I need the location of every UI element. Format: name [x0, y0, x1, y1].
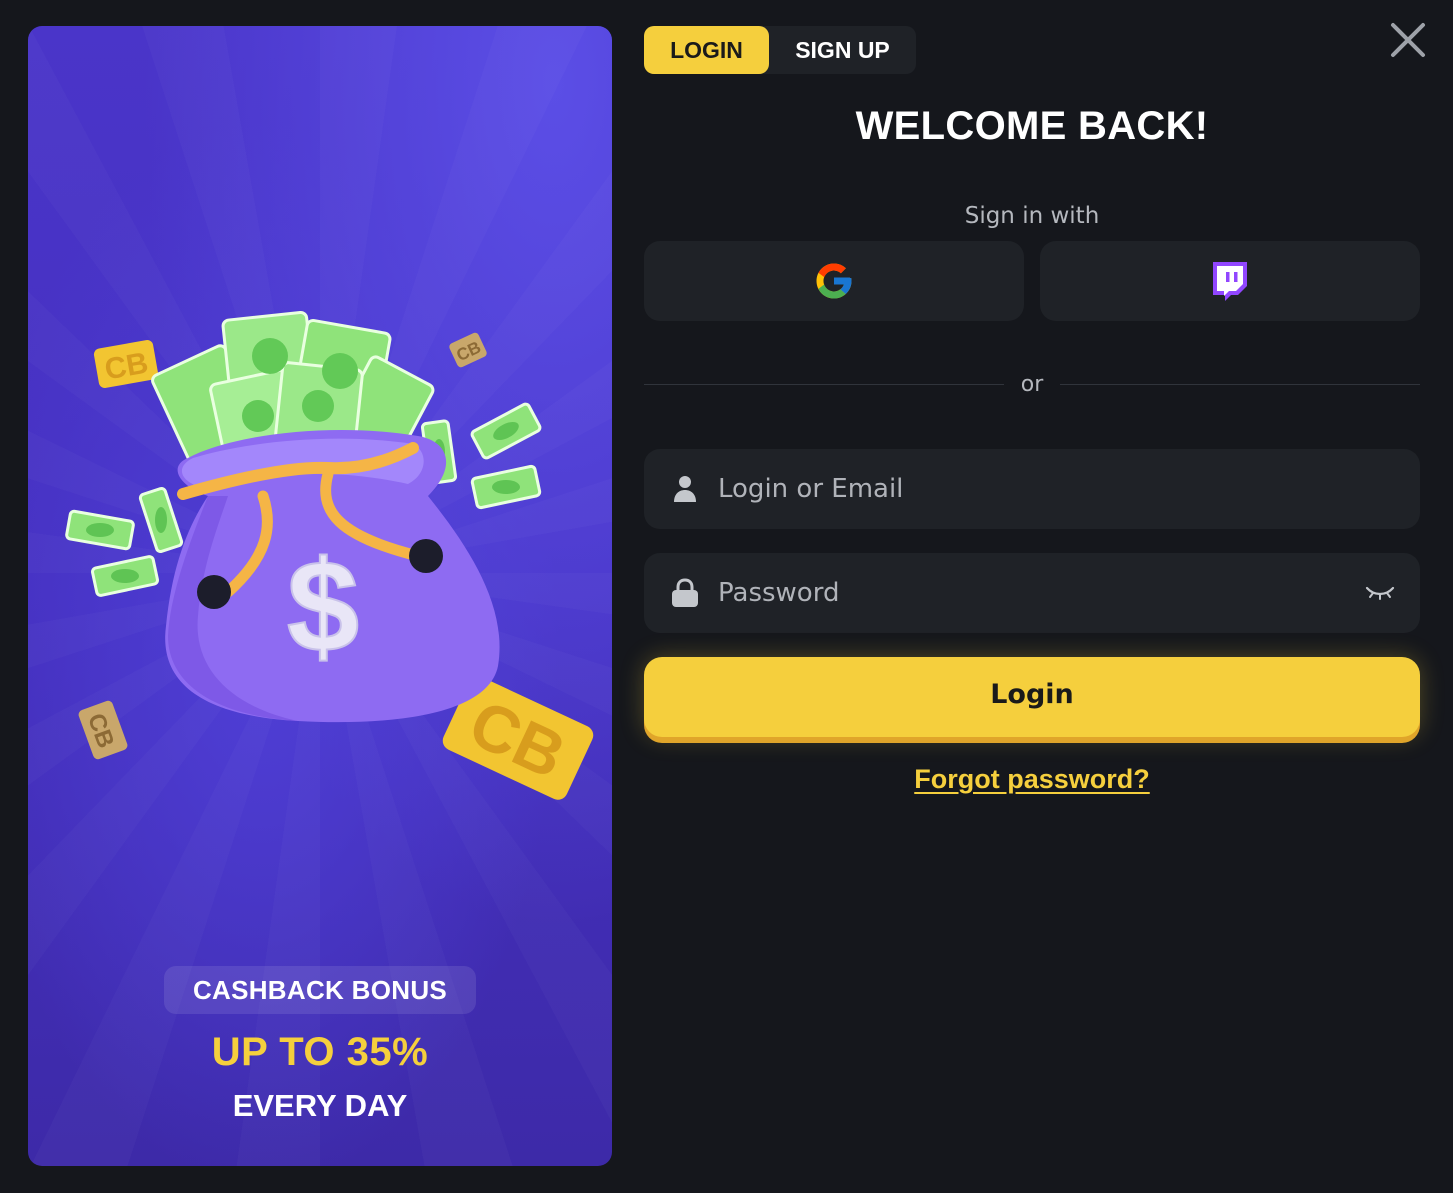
twitch-icon — [1213, 262, 1247, 301]
forgot-password-link[interactable]: Forgot password? — [914, 764, 1150, 794]
login-email-input[interactable] — [718, 449, 1358, 529]
login-button[interactable]: Login — [644, 657, 1420, 737]
lock-icon — [670, 577, 700, 609]
sign-in-with-label: Sign in with — [964, 203, 1100, 229]
cashback-amount: UP TO 35% — [211, 1030, 429, 1074]
user-icon — [670, 473, 700, 505]
cashback-period: EVERY DAY — [232, 1088, 408, 1123]
divider-line-right — [1060, 384, 1420, 385]
google-icon — [816, 263, 852, 299]
promo-banner: CB CB CB CB $ CASHBACK BONUS UP TO 35% E… — [28, 26, 612, 1166]
money-bag-illustration: CB CB CB CB $ — [65, 311, 594, 800]
divider-line-left — [644, 384, 1004, 385]
tab-sign-up[interactable]: SIGN UP — [769, 26, 916, 74]
twitch-sign-in-button[interactable] — [1040, 241, 1420, 321]
cb-coin-small-top: CB — [449, 332, 487, 368]
cashback-bonus-chip: CASHBACK BONUS — [164, 966, 476, 1014]
page-title: WELCOME BACK! — [855, 104, 1209, 148]
auth-tabs: LOGIN SIGN UP — [644, 26, 916, 74]
cb-coin-bottom-left: CB — [78, 700, 128, 760]
password-input[interactable] — [718, 553, 1358, 633]
password-field — [644, 553, 1420, 633]
close-button[interactable] — [1386, 18, 1430, 62]
svg-text:$: $ — [287, 533, 359, 679]
tab-login[interactable]: LOGIN — [644, 26, 769, 74]
login-email-field — [644, 449, 1420, 529]
cb-coin-top-left: CB — [93, 340, 159, 388]
forgot-password-wrapper: Forgot password? — [644, 764, 1420, 795]
google-sign-in-button[interactable] — [644, 241, 1024, 321]
divider-or: or — [1020, 372, 1044, 397]
password-visibility-toggle[interactable] — [1362, 577, 1398, 609]
close-icon — [1391, 23, 1425, 57]
eye-closed-icon — [1365, 586, 1395, 600]
